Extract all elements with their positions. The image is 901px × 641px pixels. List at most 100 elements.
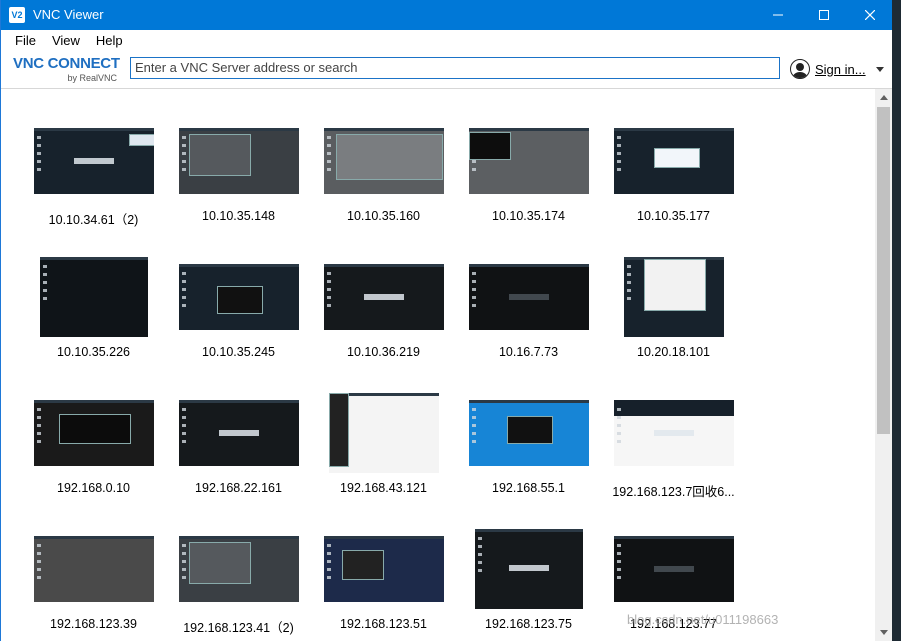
thumb-logo <box>364 293 404 300</box>
thumb-taskbar <box>179 536 299 539</box>
app-icon: V2 <box>9 7 25 23</box>
server-tile[interactable]: 192.168.123.51 <box>311 529 456 641</box>
thumb-desktop-icons <box>472 408 476 448</box>
thumb-logo <box>74 157 114 164</box>
watermark: blog.csdn.net/u011198663 <box>627 612 779 627</box>
title-bar[interactable]: V2 VNC Viewer <box>1 0 893 30</box>
server-thumbnail[interactable] <box>614 400 734 466</box>
server-tile[interactable]: 10.10.35.245 <box>166 257 311 387</box>
thumb-desktop-icons <box>37 136 41 176</box>
minimize-icon <box>773 14 783 16</box>
sign-in-label: Sign in... <box>815 61 866 77</box>
scroll-up-icon[interactable] <box>880 95 888 100</box>
server-tile[interactable]: 10.16.7.73 <box>456 257 601 387</box>
thumb-logo <box>509 293 549 300</box>
thumb-taskbar <box>34 400 154 403</box>
close-button[interactable] <box>847 0 893 30</box>
maximize-button[interactable] <box>801 0 847 30</box>
server-thumbnail[interactable] <box>40 257 148 337</box>
thumb-logo <box>509 565 549 571</box>
server-tile[interactable]: 192.168.22.161 <box>166 393 311 523</box>
server-thumbnail[interactable] <box>324 128 444 194</box>
server-thumbnail[interactable] <box>614 536 734 602</box>
scrollbar-thumb[interactable] <box>877 107 890 434</box>
server-tile[interactable]: 192.168.55.1 <box>456 393 601 523</box>
server-label: 192.168.123.7回收6... <box>612 485 735 499</box>
thumb-desktop-icons <box>617 136 621 176</box>
server-thumbnail[interactable] <box>324 264 444 330</box>
thumb-desktop-icons <box>37 544 41 584</box>
server-tile[interactable]: 10.10.34.61（2) <box>21 121 166 251</box>
server-thumbnail[interactable] <box>179 128 299 194</box>
server-thumbnail[interactable] <box>179 400 299 466</box>
server-label: 10.10.35.245 <box>202 345 275 359</box>
server-label: 192.168.0.10 <box>57 481 130 495</box>
server-thumbnail[interactable] <box>34 536 154 602</box>
thumb-desktop-icons <box>182 408 186 448</box>
server-label: 192.168.123.51 <box>340 617 427 631</box>
vertical-scrollbar[interactable] <box>875 89 893 641</box>
server-label: 192.168.55.1 <box>492 481 565 495</box>
menu-help[interactable]: Help <box>88 33 131 48</box>
scroll-down-icon[interactable] <box>880 630 888 635</box>
server-tile[interactable]: 192.168.0.10 <box>21 393 166 523</box>
server-thumbnail[interactable] <box>475 529 583 609</box>
thumb-taskbar <box>469 264 589 267</box>
server-tile[interactable]: 192.168.123.75 <box>456 529 601 641</box>
thumb-desktop-icons <box>182 544 186 584</box>
server-label: 10.10.35.174 <box>492 209 565 223</box>
server-thumbnail[interactable] <box>324 536 444 602</box>
server-tile[interactable]: 10.10.35.226 <box>21 257 166 387</box>
menu-file[interactable]: File <box>7 33 44 48</box>
thumb-logo <box>654 565 694 572</box>
server-tile[interactable]: 10.10.35.160 <box>311 121 456 251</box>
server-thumbnail[interactable] <box>179 536 299 602</box>
server-tile[interactable]: 10.10.36.219 <box>311 257 456 387</box>
sign-in-button[interactable]: Sign in... <box>790 59 884 79</box>
thumb-window <box>507 416 553 444</box>
thumb-taskbar <box>324 536 444 539</box>
thumb-window <box>189 542 251 584</box>
thumb-window <box>336 134 443 180</box>
server-thumbnail[interactable] <box>469 400 589 466</box>
server-thumbnail[interactable] <box>469 128 589 194</box>
server-thumbnail[interactable] <box>614 128 734 194</box>
server-label: 10.10.35.226 <box>57 345 130 359</box>
thumb-desktop-icons <box>327 544 331 584</box>
server-label: 10.10.35.148 <box>202 209 275 223</box>
server-tile[interactable]: 192.168.123.39 <box>21 529 166 641</box>
thumb-window <box>654 148 700 168</box>
thumb-taskbar <box>324 264 444 267</box>
thumb-taskbar <box>34 128 154 131</box>
server-tile[interactable]: 192.168.123.7回收6... <box>601 393 746 523</box>
logo-sub-text: by RealVNC <box>67 73 117 83</box>
server-thumbnail[interactable] <box>34 400 154 466</box>
server-tile[interactable]: 10.10.35.174 <box>456 121 601 251</box>
server-thumbnail[interactable] <box>179 264 299 330</box>
server-tile[interactable]: 192.168.123.41（2) <box>166 529 311 641</box>
thumb-taskbar <box>475 529 583 532</box>
thumb-window <box>217 286 263 314</box>
thumb-taskbar <box>34 536 154 539</box>
menu-view[interactable]: View <box>44 33 88 48</box>
server-thumbnail[interactable] <box>34 128 154 194</box>
server-label: 192.168.123.75 <box>485 617 572 631</box>
server-tile[interactable]: 192.168.43.121 <box>311 393 456 523</box>
server-tile[interactable]: 10.20.18.101 <box>601 257 746 387</box>
server-grid: 10.10.34.61（2) 10.10.35.148 10.10.35.160 10… <box>1 89 875 641</box>
server-thumbnail[interactable] <box>469 264 589 330</box>
server-label: 10.10.35.160 <box>347 209 420 223</box>
server-tile[interactable]: 10.10.35.148 <box>166 121 311 251</box>
server-tile[interactable]: 10.10.35.177 <box>601 121 746 251</box>
toolbar: VNC CONNECT by RealVNC Enter a VNC Serve… <box>1 50 893 89</box>
thumb-window <box>469 132 511 160</box>
search-input[interactable]: Enter a VNC Server address or search <box>130 57 780 79</box>
server-label: 10.10.34.61（2) <box>48 213 139 227</box>
thumb-taskbar <box>179 264 299 267</box>
server-label: 192.168.22.161 <box>195 481 282 495</box>
user-icon <box>790 59 810 79</box>
server-thumbnail[interactable] <box>329 393 439 473</box>
thumb-desktop-icons <box>327 136 331 176</box>
minimize-button[interactable] <box>755 0 801 30</box>
server-thumbnail[interactable] <box>624 257 724 337</box>
